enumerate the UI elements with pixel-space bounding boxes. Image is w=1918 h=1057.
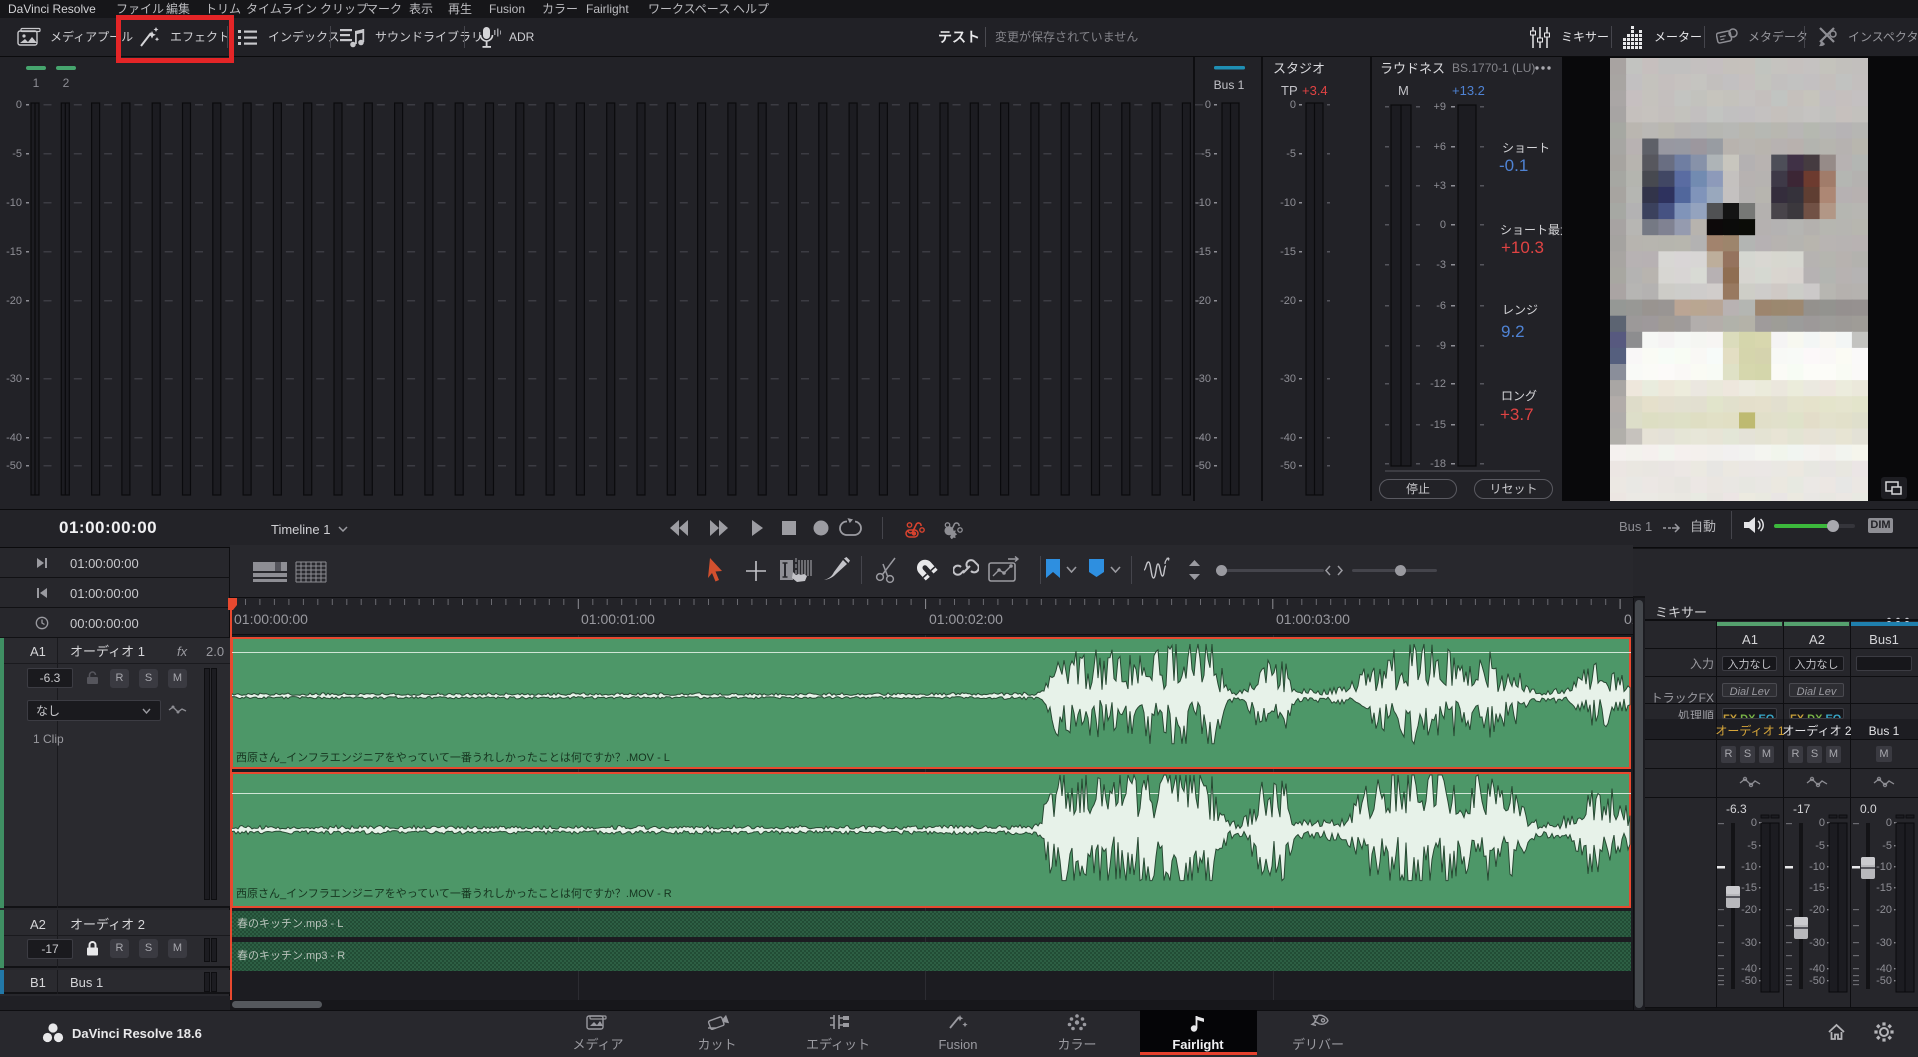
- svg-text:-10: -10: [6, 197, 22, 209]
- svg-text:-12: -12: [1430, 378, 1446, 390]
- svg-text:+9: +9: [1433, 101, 1446, 113]
- svg-text:-15: -15: [6, 246, 22, 258]
- svg-text:0: 0: [1819, 817, 1825, 829]
- svg-text:-40: -40: [1280, 432, 1296, 444]
- svg-text:-30: -30: [1195, 373, 1211, 385]
- svg-text:-15: -15: [1876, 882, 1892, 894]
- svg-text:0: 0: [16, 99, 22, 111]
- svg-text:-20: -20: [6, 295, 22, 307]
- svg-text:0: 0: [1290, 99, 1296, 111]
- svg-text:01:00:04:00: 01:00:04:00: [1624, 611, 1633, 627]
- svg-text:1: 1: [33, 76, 40, 90]
- svg-text:-15: -15: [1280, 246, 1296, 258]
- svg-text:-15: -15: [1430, 419, 1446, 431]
- svg-text:-40: -40: [6, 432, 22, 444]
- svg-text:+6: +6: [1433, 141, 1446, 153]
- svg-text:-50: -50: [6, 460, 22, 472]
- svg-text:-20: -20: [1280, 295, 1296, 307]
- svg-text:-30: -30: [6, 373, 22, 385]
- svg-text:-20: -20: [1195, 295, 1211, 307]
- svg-text:-10: -10: [1809, 861, 1825, 873]
- svg-text:+3.4: +3.4: [1302, 83, 1328, 98]
- svg-text:-50: -50: [1809, 975, 1825, 987]
- svg-text:TP: TP: [1281, 83, 1298, 98]
- svg-text:BS.1770-1 (LU): BS.1770-1 (LU): [1452, 61, 1535, 75]
- svg-text:-40: -40: [1195, 432, 1211, 444]
- svg-text:-10: -10: [1280, 197, 1296, 209]
- svg-text:-5: -5: [12, 148, 22, 160]
- svg-text:-9: -9: [1436, 340, 1446, 352]
- svg-text:0: 0: [1751, 817, 1757, 829]
- svg-text:-15: -15: [1809, 882, 1825, 894]
- svg-text:-5: -5: [1201, 148, 1211, 160]
- svg-text:-50: -50: [1741, 975, 1757, 987]
- svg-text:-15: -15: [1741, 882, 1757, 894]
- svg-text:-20: -20: [1809, 904, 1825, 916]
- svg-text:-50: -50: [1195, 460, 1211, 472]
- svg-text:0: 0: [1886, 817, 1892, 829]
- svg-text:-30: -30: [1809, 937, 1825, 949]
- svg-text:-40: -40: [1809, 963, 1825, 975]
- svg-text:M: M: [1398, 83, 1409, 98]
- svg-text:Bus 1: Bus 1: [1214, 78, 1245, 92]
- svg-text:-20: -20: [1876, 904, 1892, 916]
- svg-text:-30: -30: [1876, 937, 1892, 949]
- svg-text:-15: -15: [1195, 246, 1211, 258]
- svg-text:スタジオ: スタジオ: [1273, 61, 1325, 76]
- svg-text:-50: -50: [1280, 460, 1296, 472]
- svg-text:0: 0: [1205, 99, 1211, 111]
- svg-text:+3: +3: [1433, 180, 1446, 192]
- svg-text:-20: -20: [1741, 904, 1757, 916]
- svg-text:-6: -6: [1436, 300, 1446, 312]
- svg-text:2: 2: [63, 76, 70, 90]
- svg-text:-5: -5: [1882, 840, 1892, 852]
- svg-text:-18: -18: [1430, 458, 1446, 470]
- svg-text:01:00:00:00: 01:00:00:00: [234, 611, 308, 627]
- svg-text:-50: -50: [1876, 975, 1892, 987]
- svg-text:01:00:01:00: 01:00:01:00: [581, 611, 655, 627]
- svg-text:ラウドネス: ラウドネス: [1380, 61, 1445, 76]
- svg-text:-10: -10: [1876, 861, 1892, 873]
- svg-text:-40: -40: [1741, 963, 1757, 975]
- svg-text:-5: -5: [1286, 148, 1296, 160]
- svg-text:-30: -30: [1280, 373, 1296, 385]
- svg-text:0: 0: [1440, 219, 1446, 231]
- svg-text:-5: -5: [1747, 840, 1757, 852]
- svg-text:-40: -40: [1876, 963, 1892, 975]
- svg-text:-3: -3: [1436, 259, 1446, 271]
- svg-text:01:00:02:00: 01:00:02:00: [929, 611, 1003, 627]
- svg-text:+13.2: +13.2: [1452, 83, 1485, 98]
- svg-text:-5: -5: [1815, 840, 1825, 852]
- svg-text:-10: -10: [1195, 197, 1211, 209]
- svg-text:-10: -10: [1741, 861, 1757, 873]
- svg-text:01:00:03:00: 01:00:03:00: [1276, 611, 1350, 627]
- svg-text:-30: -30: [1741, 937, 1757, 949]
